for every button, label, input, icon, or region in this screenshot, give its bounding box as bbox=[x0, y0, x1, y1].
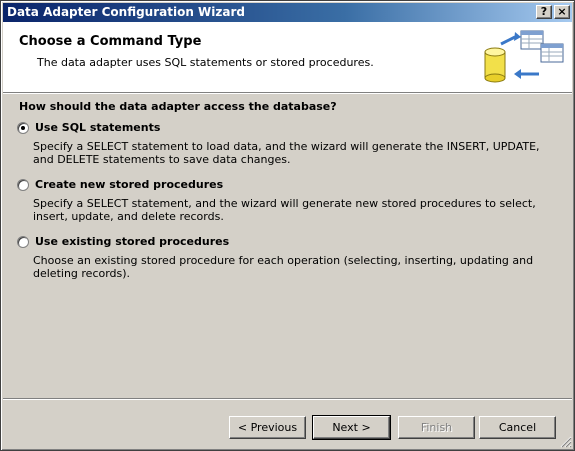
page-subtitle: The data adapter uses SQL statements or … bbox=[37, 56, 374, 69]
next-button[interactable]: Next > bbox=[312, 415, 391, 440]
wizard-window: Data Adapter Configuration Wizard ? × Ch… bbox=[0, 0, 575, 451]
option-description: Specify a SELECT statement to load data,… bbox=[33, 140, 540, 166]
radio-create-procs[interactable] bbox=[17, 179, 29, 191]
header-separator bbox=[3, 92, 572, 94]
radio-existing-procs[interactable] bbox=[17, 236, 29, 248]
option-label[interactable]: Create new stored procedures bbox=[35, 178, 223, 191]
radio-use-sql[interactable] bbox=[17, 122, 29, 134]
window-title: Data Adapter Configuration Wizard bbox=[7, 5, 245, 19]
finish-button[interactable]: Finish bbox=[398, 416, 475, 439]
help-icon[interactable]: ? bbox=[536, 5, 552, 19]
option-label[interactable]: Use SQL statements bbox=[35, 121, 160, 134]
option-description: Specify a SELECT statement, and the wiza… bbox=[33, 197, 536, 223]
cancel-button[interactable]: Cancel bbox=[479, 416, 556, 439]
title-bar[interactable]: Data Adapter Configuration Wizard ? × bbox=[3, 3, 572, 22]
wizard-header: Choose a Command Type The data adapter u… bbox=[3, 22, 572, 92]
access-question: How should the data adapter access the d… bbox=[19, 100, 337, 113]
database-tables-icon bbox=[484, 30, 564, 83]
previous-button[interactable]: < Previous bbox=[229, 416, 306, 439]
option-label[interactable]: Use existing stored procedures bbox=[35, 235, 229, 248]
resize-grip-icon[interactable] bbox=[560, 436, 572, 448]
page-title: Choose a Command Type bbox=[19, 34, 202, 49]
close-icon[interactable]: × bbox=[554, 5, 570, 19]
footer-separator bbox=[3, 398, 572, 400]
option-description: Choose an existing stored procedure for … bbox=[33, 254, 534, 280]
